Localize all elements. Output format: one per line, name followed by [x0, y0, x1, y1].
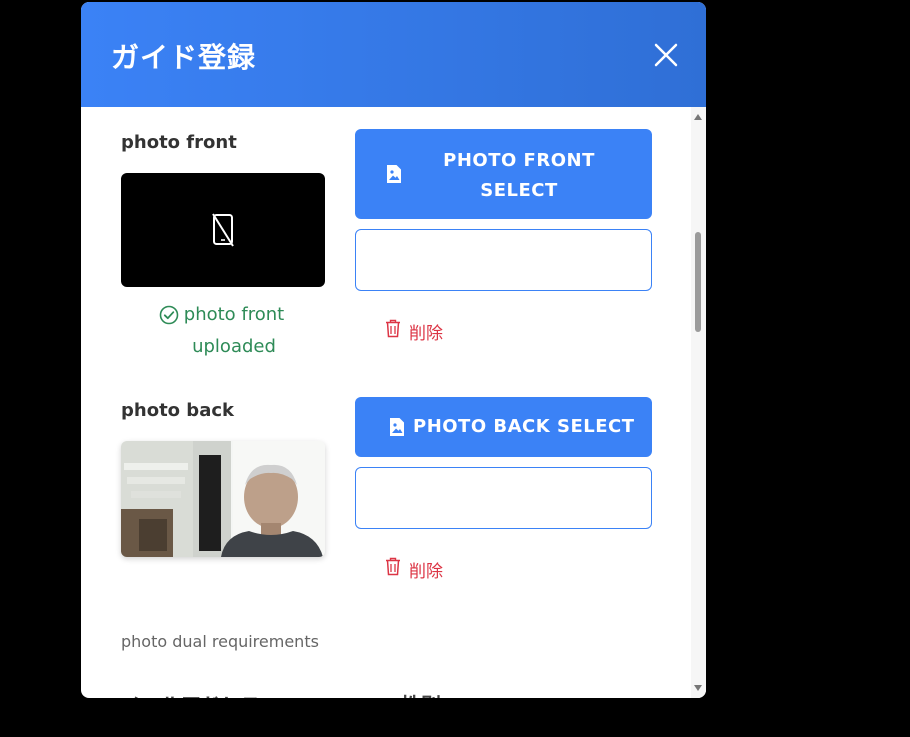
close-icon [654, 43, 678, 67]
photo-front-text-field[interactable] [355, 229, 652, 291]
vertical-scrollbar[interactable] [691, 107, 706, 698]
modal-body: photo front photo front uploaded PHOTO F… [81, 107, 706, 698]
guide-registration-modal: ガイド登録 photo front photo front uploaded P… [81, 2, 706, 698]
modal-header: ガイド登録 [81, 2, 706, 107]
scroll-up-arrow-icon[interactable] [694, 114, 702, 120]
photo-front-select-button[interactable]: PHOTO FRONT SELECT [355, 129, 652, 219]
scrollbar-thumb[interactable] [695, 232, 701, 332]
photo-front-uploaded-text: photo front uploaded [183, 304, 285, 357]
trash-icon [386, 557, 400, 576]
photo-back-image [121, 441, 325, 557]
photo-back-preview [121, 441, 325, 557]
photo-front-delete-label: 削除 [409, 324, 443, 344]
photo-back-select-button[interactable]: PHOTO BACK SELECT [355, 397, 652, 457]
close-button[interactable] [651, 40, 681, 70]
image-file-icon [390, 418, 404, 436]
photo-back-select-label: PHOTO BACK SELECT [413, 416, 635, 437]
modal-title: ガイド登録 [111, 41, 257, 74]
photo-front-select-label: PHOTO FRONT SELECT [443, 150, 595, 201]
check-circle-icon [159, 305, 179, 325]
photo-front-preview [121, 173, 325, 287]
photo-front-label: photo front [121, 132, 237, 153]
photo-back-delete-label: 削除 [409, 562, 443, 582]
photo-requirements-text: photo dual requirements [121, 632, 319, 651]
no-phone-icon [212, 213, 234, 247]
photo-back-text-field[interactable] [355, 467, 652, 529]
photo-front-uploaded-status: photo front uploaded [121, 299, 325, 363]
email-label: メールアドレス [121, 689, 261, 698]
image-file-icon [387, 165, 401, 183]
photo-back-label: photo back [121, 400, 234, 421]
trash-icon [386, 319, 400, 338]
gender-label: 性別 [401, 689, 441, 698]
scroll-down-arrow-icon[interactable] [694, 685, 702, 691]
